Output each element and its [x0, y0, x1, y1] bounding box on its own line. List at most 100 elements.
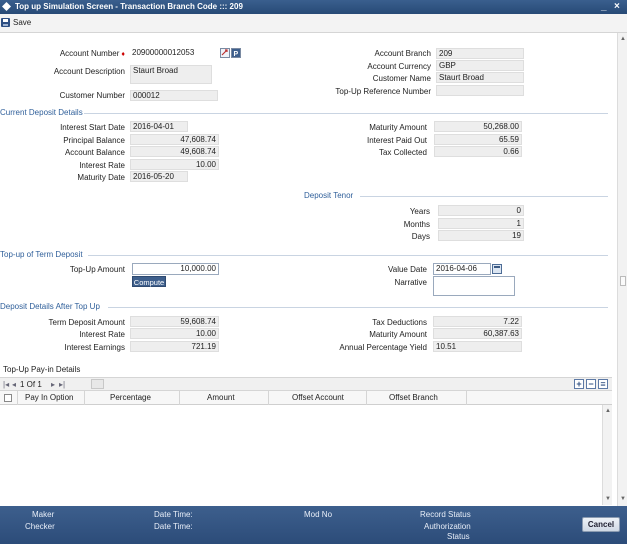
tax-deductions-label: Tax Deductions [372, 318, 427, 327]
first-page-icon[interactable]: |◂ [3, 380, 9, 389]
delete-row-icon[interactable]: − [586, 379, 596, 389]
payin-section-title: Top-Up Pay-in Details [3, 365, 81, 374]
interest-paid-out-field[interactable]: 65.59 [434, 134, 522, 145]
principal-balance-label: Principal Balance [63, 136, 125, 145]
col-offset-branch[interactable]: Offset Branch [367, 391, 467, 405]
prev-page-icon[interactable]: ◂ [12, 380, 16, 389]
topup-section-title: Top-up of Term Deposit [0, 250, 83, 259]
close-button[interactable]: × [614, 1, 620, 12]
years-field[interactable]: 0 [438, 205, 524, 216]
account-currency-field[interactable]: GBP [436, 60, 524, 71]
col-pay-in-option[interactable]: Pay In Option [18, 391, 85, 405]
account-description-field[interactable]: Staurt Broad [130, 65, 212, 84]
interest-start-date-field[interactable]: 2016-04-01 [130, 121, 188, 132]
value-date-label: Value Date [388, 265, 427, 274]
toolbar: Save [0, 14, 627, 33]
account-search-icon[interactable] [220, 48, 230, 58]
scroll-up-icon[interactable]: ▲ [604, 407, 612, 415]
col-percentage[interactable]: Percentage [85, 391, 180, 405]
page-scrollbar[interactable]: ▲ ▼ [617, 33, 627, 506]
deposit-tenor-section-title: Deposit Tenor [304, 191, 354, 200]
section-divider [88, 255, 608, 256]
audit-footer: Maker Checker Date Time: Date Time: Mod … [0, 506, 627, 544]
maturity-amount-field[interactable]: 50,268.00 [434, 121, 522, 132]
required-marker: ♦ [121, 51, 125, 58]
maturity-amount-label: Maturity Amount [369, 123, 427, 132]
select-all-checkbox[interactable] [4, 394, 12, 402]
col-offset-account[interactable]: Offset Account [269, 391, 367, 405]
narrative-input[interactable] [433, 276, 515, 296]
after-interest-rate-field[interactable]: 10.00 [130, 328, 219, 339]
cancel-button[interactable]: Cancel [582, 517, 620, 532]
account-currency-label: Account Currency [367, 62, 431, 71]
mod-no-label: Mod No [304, 510, 333, 519]
grid-toolbar: |◂ ◂ 1 Of 1 ▸ ▸| + − ≡ [0, 377, 612, 391]
after-interest-rate-label: Interest Rate [79, 330, 125, 339]
add-row-icon[interactable]: + [574, 379, 584, 389]
compute-button[interactable]: Compute [132, 276, 166, 287]
days-label: Days [411, 232, 430, 241]
topup-amount-input[interactable]: 10,000.00 [132, 263, 219, 275]
next-page-icon[interactable]: ▸ [51, 380, 55, 389]
customer-number-label: Customer Number [59, 91, 125, 100]
narrative-label: Narrative [394, 278, 427, 287]
tax-collected-label: Tax Collected [378, 148, 427, 157]
topup-amount-label: Top-Up Amount [69, 265, 125, 274]
interest-earnings-field[interactable]: 721.19 [130, 341, 219, 352]
app-logo-icon [2, 2, 11, 11]
save-icon[interactable] [1, 18, 10, 27]
years-label: Years [409, 207, 430, 216]
customer-number-field[interactable]: 000012 [130, 90, 218, 101]
current-deposit-section-title: Current Deposit Details [0, 108, 83, 117]
section-divider [108, 307, 608, 308]
apy-field[interactable]: 10.51 [433, 341, 522, 352]
calendar-icon[interactable] [492, 264, 502, 274]
interest-rate-field[interactable]: 10.00 [130, 159, 219, 170]
interest-start-date-label: Interest Start Date [60, 123, 125, 132]
topup-reference-field[interactable] [436, 85, 524, 96]
page-go-button[interactable] [91, 379, 104, 389]
svg-text:P: P [234, 51, 239, 57]
account-lookup-icon[interactable]: P [231, 48, 241, 58]
account-branch-label: Account Branch [374, 49, 431, 58]
section-divider [84, 113, 608, 114]
after-topup-section-title: Deposit Details After Top Up [0, 302, 100, 311]
value-date-input[interactable]: 2016-04-06 [433, 263, 491, 275]
minimize-button[interactable]: _ [601, 1, 607, 12]
maturity-date-field[interactable]: 2016-05-20 [130, 171, 188, 182]
grid-body [0, 405, 602, 505]
principal-balance-field[interactable]: 47,608.74 [130, 134, 219, 145]
account-balance-field[interactable]: 49,608.74 [130, 146, 219, 157]
customer-name-field[interactable]: Staurt Broad [436, 72, 524, 83]
window-title: Top up Simulation Screen - Transaction B… [15, 2, 243, 11]
term-deposit-amount-field[interactable]: 59,608.74 [130, 316, 219, 327]
months-label: Months [403, 220, 430, 229]
page-scroll-thumb[interactable] [620, 276, 626, 286]
grid-scrollbar[interactable]: ▲ ▼ [602, 405, 612, 505]
page-scroll-down-icon[interactable]: ▼ [619, 495, 627, 503]
authorization-label: Authorization [424, 522, 471, 531]
months-field[interactable]: 1 [438, 218, 524, 229]
tax-collected-field[interactable]: 0.66 [434, 146, 522, 157]
interest-earnings-label: Interest Earnings [64, 343, 125, 352]
account-number-field[interactable]: 20900000012053 [130, 48, 220, 59]
section-divider [360, 196, 608, 197]
select-all-cell [0, 391, 18, 405]
days-field[interactable]: 19 [438, 230, 524, 241]
interest-rate-label: Interest Rate [79, 161, 125, 170]
title-bar: Top up Simulation Screen - Transaction B… [0, 0, 627, 14]
single-view-icon[interactable]: ≡ [598, 379, 608, 389]
scroll-down-icon[interactable]: ▼ [604, 495, 612, 503]
page-scroll-up-icon[interactable]: ▲ [619, 35, 627, 43]
save-button[interactable]: Save [13, 18, 31, 27]
account-branch-field[interactable]: 209 [436, 48, 524, 59]
customer-name-label: Customer Name [372, 74, 431, 83]
apy-label: Annual Percentage Yield [339, 343, 427, 352]
topup-reference-label: Top-Up Reference Number [335, 87, 431, 96]
after-maturity-amount-field[interactable]: 60,387.63 [433, 328, 522, 339]
maker-label: Maker [32, 510, 55, 519]
checker-date-time-label: Date Time: [154, 522, 193, 531]
last-page-icon[interactable]: ▸| [59, 380, 65, 389]
tax-deductions-field[interactable]: 7.22 [433, 316, 522, 327]
col-amount[interactable]: Amount [180, 391, 269, 405]
